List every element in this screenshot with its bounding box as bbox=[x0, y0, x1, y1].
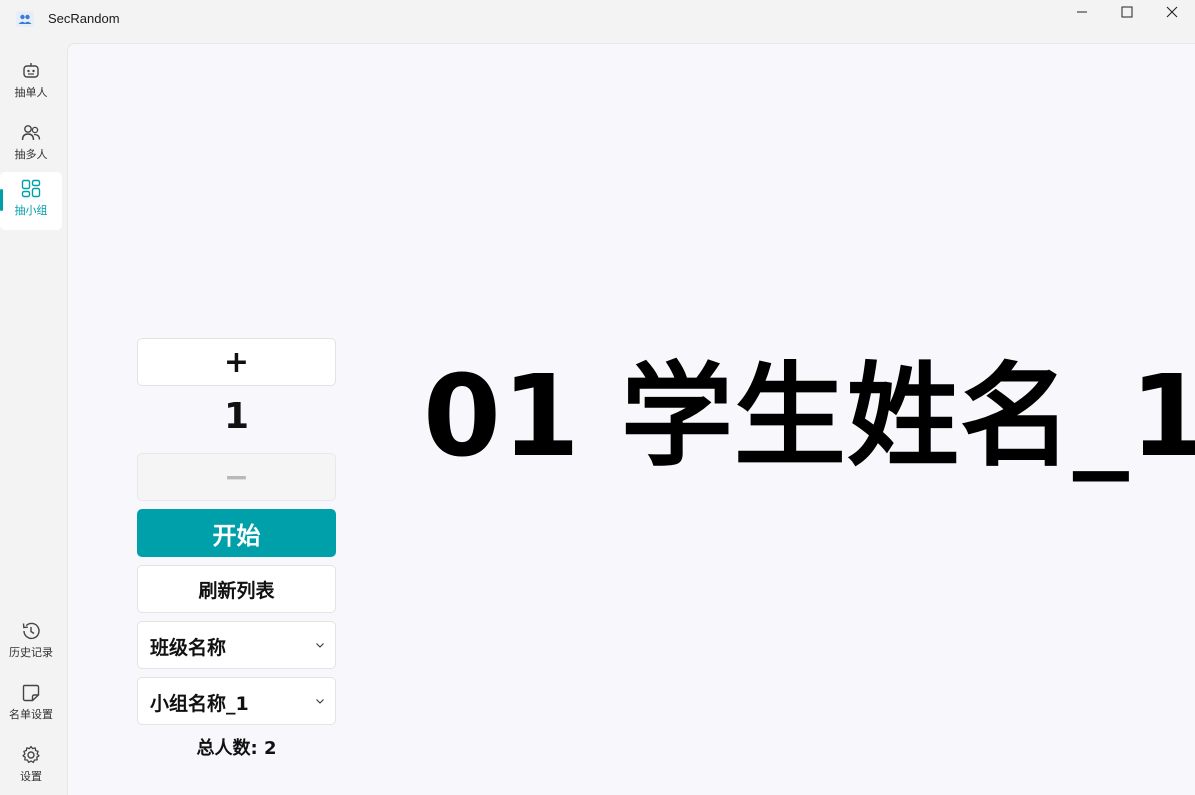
chevron-down-icon bbox=[316, 643, 324, 648]
nav-item-list-settings[interactable]: 名单设置 bbox=[0, 676, 62, 734]
increase-count-button[interactable]: + bbox=[137, 338, 336, 386]
active-indicator bbox=[0, 189, 3, 211]
people-icon bbox=[21, 125, 41, 141]
sticky-note-icon bbox=[22, 684, 40, 702]
chevron-down-icon bbox=[316, 699, 324, 704]
decrease-count-button[interactable]: − bbox=[137, 453, 336, 501]
start-button[interactable]: 开始 bbox=[137, 509, 336, 557]
app-window: SecRandom 抽单人 抽多人 抽小组 历史记录 名单设置 设置 + 1 −… bbox=[0, 0, 1195, 795]
class-select-value: 班级名称 bbox=[150, 637, 227, 659]
history-icon bbox=[22, 622, 40, 640]
close-button[interactable] bbox=[1150, 0, 1194, 24]
maximize-icon bbox=[1121, 6, 1133, 18]
robot-icon bbox=[23, 63, 39, 78]
group-select-value: 小组名称_1 bbox=[150, 693, 249, 715]
nav-item-label: 历史记录 bbox=[9, 646, 53, 659]
nav-item-multi-draw[interactable]: 抽多人 bbox=[0, 116, 62, 174]
nav-item-label: 抽小组 bbox=[14, 204, 48, 217]
main-content: + 1 − 开始 刷新列表 班级名称 小组名称_1 总人数: 2 01 学生姓名… bbox=[67, 43, 1195, 795]
total-count-label: 总人数: 2 bbox=[196, 738, 277, 759]
draw-result: 01 学生姓名_1 bbox=[423, 352, 1195, 482]
refresh-list-button[interactable]: 刷新列表 bbox=[137, 565, 336, 613]
nav-item-group-draw[interactable]: 抽小组 bbox=[0, 172, 62, 230]
app-title: SecRandom bbox=[48, 11, 120, 26]
title-bar: SecRandom bbox=[0, 0, 1195, 40]
maximize-button[interactable] bbox=[1105, 0, 1149, 24]
close-icon bbox=[1166, 6, 1178, 18]
minimize-button[interactable] bbox=[1060, 0, 1104, 24]
app-logo-icon bbox=[16, 11, 34, 27]
minimize-icon bbox=[1077, 11, 1087, 13]
draw-count-value: 1 bbox=[223, 396, 250, 437]
group-select[interactable]: 小组名称_1 bbox=[137, 677, 336, 725]
grid-icon bbox=[21, 179, 41, 198]
navigation-sidebar: 抽单人 抽多人 抽小组 历史记录 名单设置 设置 bbox=[0, 44, 66, 795]
nav-item-label: 抽单人 bbox=[14, 86, 48, 99]
nav-item-settings[interactable]: 设置 bbox=[0, 738, 62, 795]
gear-icon bbox=[22, 745, 40, 764]
nav-item-label: 设置 bbox=[20, 770, 42, 783]
nav-item-history[interactable]: 历史记录 bbox=[0, 614, 62, 672]
nav-item-label: 名单设置 bbox=[9, 708, 53, 721]
nav-item-label: 抽多人 bbox=[14, 148, 48, 161]
class-select[interactable]: 班级名称 bbox=[137, 621, 336, 669]
nav-item-single-draw[interactable]: 抽单人 bbox=[0, 54, 62, 112]
